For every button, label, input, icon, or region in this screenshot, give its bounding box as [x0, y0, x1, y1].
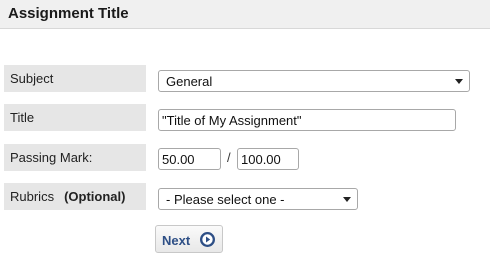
title-input-value: "Title of My Assignment"	[162, 113, 302, 128]
total-mark-value: 100.00	[241, 152, 281, 167]
rubrics-optional-label: (Optional)	[64, 189, 126, 204]
passing-mark-value: 50.00	[162, 152, 195, 167]
title-label-cell: Title	[4, 104, 146, 131]
chevron-down-icon	[455, 79, 463, 84]
rubrics-select[interactable]: - Please select one -	[158, 188, 358, 210]
title-input[interactable]: "Title of My Assignment"	[158, 109, 456, 131]
mark-separator: /	[227, 150, 231, 165]
next-button[interactable]: Next	[155, 225, 223, 253]
chevron-down-icon	[343, 197, 351, 202]
page-header: Assignment Title	[0, 0, 490, 29]
passing-mark-input[interactable]: 50.00	[158, 148, 221, 170]
title-label: Title	[10, 110, 35, 125]
page-title: Assignment Title	[8, 5, 129, 22]
subject-label: Subject	[10, 71, 54, 86]
subject-select-value: General	[166, 74, 213, 89]
subject-label-cell: Subject	[4, 65, 146, 92]
total-mark-input[interactable]: 100.00	[237, 148, 299, 170]
next-button-label: Next	[162, 233, 191, 248]
passing-mark-label: Passing Mark:	[10, 150, 93, 165]
rubrics-label-cell: Rubrics (Optional)	[4, 183, 146, 210]
subject-select[interactable]: General	[158, 70, 470, 92]
arrow-right-circle-icon	[200, 232, 215, 247]
passing-mark-label-cell: Passing Mark:	[4, 144, 146, 171]
rubrics-label: Rubrics	[10, 189, 55, 204]
rubrics-select-value: - Please select one -	[166, 192, 285, 207]
